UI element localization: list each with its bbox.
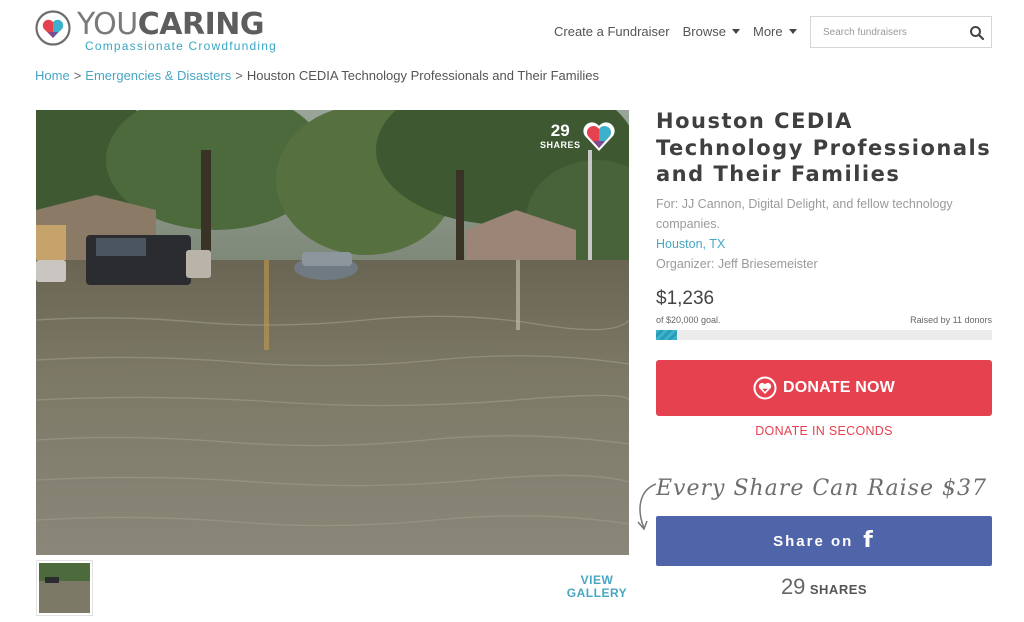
amount-raised: $1,236 xyxy=(656,287,715,309)
thumbnail-image xyxy=(39,563,90,613)
photo-shares-label: SHARES xyxy=(540,140,581,150)
donors-text: Raised by 11 donors xyxy=(910,314,992,325)
search-input[interactable] xyxy=(811,26,961,38)
breadcrumb: Home > Emergencies & Disasters > Houston CED… xyxy=(35,68,599,83)
campaign-organizer: Organizer: Jeff Briesemeister xyxy=(656,256,818,271)
brand-wordmark: YOUCARING xyxy=(77,8,277,42)
shares-number: 29 xyxy=(780,574,806,599)
chevron-down-icon xyxy=(731,29,740,34)
top-nav: Create a Fundraiser Browse More xyxy=(554,24,810,39)
search-icon[interactable] xyxy=(969,25,985,41)
facebook-icon: f xyxy=(863,528,875,553)
flood-scene-image xyxy=(36,110,629,555)
heart-circle-icon xyxy=(753,376,777,400)
breadcrumb-category[interactable]: Emergencies & Disasters xyxy=(85,68,231,83)
chevron-down-icon xyxy=(788,29,797,34)
brand-tagline: Compassionate Crowdfunding xyxy=(85,39,277,53)
brand-word-caring: CARING xyxy=(137,7,265,42)
photo-shares-count: 29 xyxy=(550,121,570,140)
youcaring-logo[interactable]: YOUCARING Compassionate Crowdfunding xyxy=(35,8,277,53)
breadcrumb-home[interactable]: Home xyxy=(35,68,70,83)
donate-now-label: DONATE NOW xyxy=(783,379,895,396)
campaign-photo[interactable] xyxy=(36,110,629,555)
campaign-location[interactable]: Houston, TX xyxy=(656,234,992,254)
nav-more-label: More xyxy=(752,24,783,39)
nav-browse-dropdown[interactable]: Browse xyxy=(683,24,740,39)
progress-bar-fill xyxy=(656,329,677,340)
breadcrumb-separator: > xyxy=(235,68,243,83)
shares-count: 29 SHARES xyxy=(656,574,992,600)
shares-word: SHARES xyxy=(809,582,868,597)
progress-bar xyxy=(656,329,992,340)
heart-badge-icon xyxy=(583,122,615,151)
view-gallery-line2: GALLERY xyxy=(566,586,628,600)
goal-row: of $20,000 goal. Raised by 11 donors xyxy=(656,315,992,325)
donate-in-seconds-text: DONATE IN SECONDS xyxy=(755,424,893,438)
facebook-share-label: Share on xyxy=(773,532,854,550)
nav-more-dropdown[interactable]: More xyxy=(753,24,797,39)
photo-shares-badge: 29 SHARES xyxy=(540,121,581,151)
campaign-details: Houston CEDIA Technology Professionals a… xyxy=(656,108,992,340)
nav-create-label: Create a Fundraiser xyxy=(554,24,670,39)
breadcrumb-current: Houston CEDIA Technology Professionals a… xyxy=(246,68,599,83)
brand-word-you: YOU xyxy=(77,7,138,42)
search-box xyxy=(810,16,992,48)
view-gallery-link[interactable]: VIEW GALLERY xyxy=(560,574,634,600)
heart-logo-icon xyxy=(35,10,71,46)
goal-text: of $20,000 goal. xyxy=(656,314,721,325)
share-tagline: Every Share Can Raise $37 xyxy=(656,476,987,501)
breadcrumb-separator: > xyxy=(73,68,82,83)
nav-create-fundraiser[interactable]: Create a Fundraiser xyxy=(554,24,670,39)
campaign-beneficiary: For: JJ Cannon, Digital Delight, and fel… xyxy=(656,196,953,231)
campaign-title: Houston CEDIA Technology Professionals a… xyxy=(656,109,992,186)
nav-browse-label: Browse xyxy=(682,24,726,39)
donate-now-button[interactable]: DONATE NOW xyxy=(656,360,992,416)
gallery-thumbnail[interactable] xyxy=(36,560,93,616)
facebook-share-button[interactable]: Share on f xyxy=(656,516,992,566)
